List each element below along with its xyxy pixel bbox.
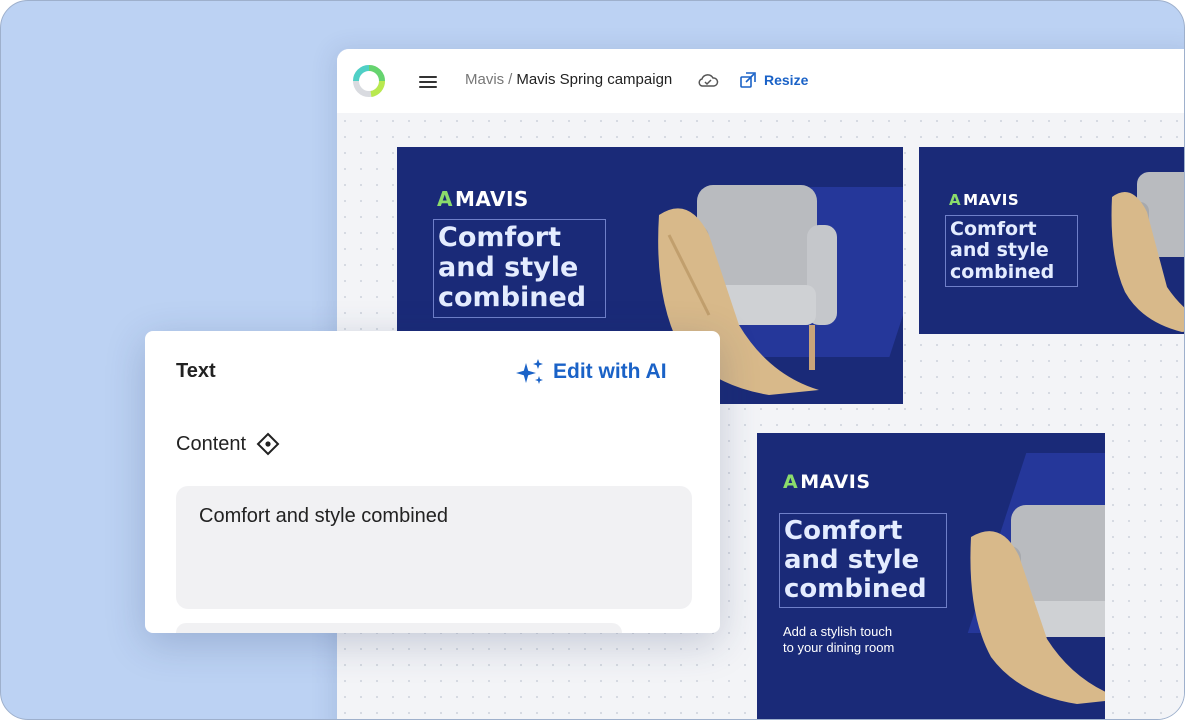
armchair-image [1111, 172, 1184, 332]
brand-logo: A MAVIS [949, 191, 1020, 209]
headline-text[interactable]: Comfort and style combined [433, 219, 606, 318]
headline-line: Comfort [438, 222, 562, 253]
subline-line: Add a stylish touch [783, 624, 893, 639]
headline-line: and style [438, 252, 579, 284]
headline-line: Comfort and style [784, 516, 920, 576]
brand-logo: A MAVIS [783, 471, 871, 493]
top-bar: Mavis / Mavis Spring campaign Resize [337, 49, 1184, 113]
headline-text[interactable]: Comfort and style combined [779, 513, 947, 609]
app-logo-icon[interactable] [349, 61, 389, 101]
sparkles-icon [516, 359, 543, 384]
headline-line: combined [438, 282, 587, 314]
edit-with-ai-label: Edit with AI [553, 360, 667, 383]
breadcrumb-separator: / [508, 71, 513, 88]
menu-icon[interactable] [417, 73, 439, 91]
brand-name: MAVIS [800, 471, 871, 493]
armchair-image [970, 505, 1105, 704]
content-text-input[interactable]: Comfort and style combined [176, 486, 692, 609]
panel-title: Text [176, 360, 216, 382]
content-label-row: Content [176, 432, 280, 456]
breadcrumb-current: Mavis Spring campaign [516, 71, 673, 88]
breadcrumb: Mavis / Mavis Spring campaign [465, 71, 672, 88]
brand-logo: A MAVIS [437, 187, 529, 211]
brand-name: MAVIS [454, 187, 529, 211]
resize-label: Resize [764, 72, 809, 88]
banner-square[interactable]: A MAVIS Comfort and style combined Add a … [757, 433, 1105, 719]
breadcrumb-root[interactable]: Mavis [465, 71, 504, 88]
brand-name: MAVIS [963, 191, 1020, 209]
subline-line: to your dining room [783, 640, 895, 656]
headline-line: combined [784, 574, 927, 605]
text-properties-panel: Text Edit with AI Content Comfort and st… [145, 331, 720, 633]
page-frame: Mavis / Mavis Spring campaign Resize A M… [0, 0, 1185, 720]
headline-line: and style [950, 239, 1049, 262]
resize-button[interactable]: Resize [739, 71, 808, 89]
next-input-field[interactable] [176, 623, 622, 633]
banner-medium[interactable]: A MAVIS Comfort and style combined [919, 147, 1184, 334]
content-label: Content [176, 432, 247, 455]
headline-text[interactable]: Comfort and style combined [945, 215, 1078, 287]
edit-with-ai-button[interactable]: Edit with AI [515, 357, 667, 387]
headline-line: combined [950, 260, 1055, 283]
variable-diamond-icon[interactable] [256, 432, 280, 456]
resize-icon [740, 72, 756, 88]
cloud-sync-icon [698, 74, 719, 87]
headline-line: Comfort [950, 218, 1037, 240]
subline-text[interactable]: Add a stylish touch to your dining room [783, 624, 894, 657]
